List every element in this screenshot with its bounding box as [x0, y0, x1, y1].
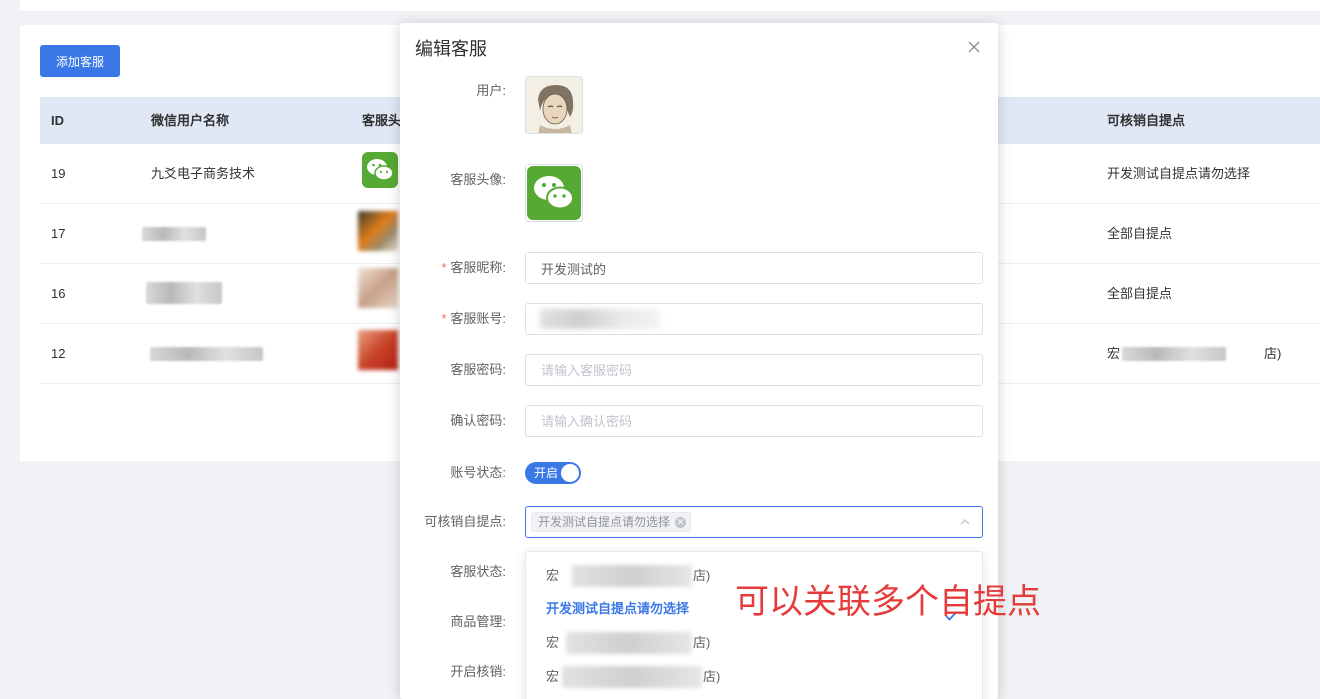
row-name: 九爻电子商务技术 [151, 166, 256, 181]
row-pickup-prefix: 宏 [1107, 346, 1121, 361]
option-prefix: 宏 [546, 568, 560, 583]
row-pickup-suffix: 店) [1264, 346, 1282, 361]
label-nickname-text: 客服昵称: [450, 260, 506, 275]
label-account: * 客服账号: [441, 311, 506, 326]
row-pickup: 开发测试自提点请勿选择 [1107, 166, 1251, 181]
blurred-option [572, 565, 692, 587]
row-pickup: 全部自提点 [1107, 286, 1173, 301]
chevron-up-icon [958, 515, 972, 529]
label-password: 客服密码: [450, 362, 506, 377]
blurred-name [146, 282, 222, 304]
label-confirm: 确认密码: [450, 413, 506, 428]
annotation-text: 可以关联多个自提点 [735, 582, 1041, 622]
label-account-text: 客服账号: [450, 311, 506, 326]
selected-tag: 开发测试自提点请勿选择 ✕ [531, 512, 692, 532]
avatar [358, 268, 398, 308]
header-id: ID [51, 113, 64, 128]
blurred-option [562, 666, 702, 688]
blurred-option [566, 632, 692, 654]
password-input[interactable] [525, 354, 983, 386]
label-pickup: 可核销自提点: [424, 514, 506, 529]
blurred-account [540, 309, 660, 329]
blurred-pickup [1122, 347, 1226, 361]
switch-label: 开启 [534, 466, 559, 480]
top-card [20, 0, 1320, 11]
avatar [358, 211, 398, 251]
switch-knob [561, 464, 579, 482]
header-pickup: 可核销自提点 [1107, 113, 1186, 128]
row-id: 19 [51, 166, 66, 181]
tag-close-icon[interactable]: ✕ [675, 517, 687, 528]
selected-tag-label: 开发测试自提点请勿选择 [538, 515, 671, 529]
label-service-status: 客服状态: [450, 564, 506, 579]
nickname-input[interactable] [525, 252, 983, 284]
option-suffix: 店) [693, 635, 711, 650]
add-service-button[interactable]: 添加客服 [40, 45, 120, 77]
dropdown-option[interactable]: 宏 店) [546, 660, 966, 694]
row-id: 17 [51, 226, 66, 241]
option-label: 开发测试自提点请勿选择 [546, 601, 690, 616]
label-avatar: 客服头像: [450, 172, 506, 187]
row-id: 16 [51, 286, 66, 301]
avatar [358, 330, 398, 370]
option-prefix: 宏 [546, 635, 560, 650]
blurred-name [150, 347, 263, 361]
wechat-icon [362, 152, 398, 188]
label-user: 用户: [476, 83, 506, 98]
row-id: 12 [51, 346, 66, 361]
header-avatar: 客服头 [362, 113, 402, 128]
account-status-switch[interactable]: 开启 [525, 462, 581, 484]
row-pickup: 全部自提点 [1107, 226, 1173, 241]
label-nickname: * 客服昵称: [441, 260, 506, 275]
blurred-name [142, 227, 206, 241]
option-prefix: 宏 [546, 669, 560, 684]
close-icon[interactable] [966, 39, 982, 55]
label-goods: 商品管理: [450, 614, 506, 629]
service-avatar[interactable] [525, 164, 583, 222]
dialog-title: 编辑客服 [415, 39, 487, 59]
label-verify: 开启核销: [450, 664, 506, 679]
pickup-select[interactable]: 开发测试自提点请勿选择 ✕ [525, 506, 983, 538]
wechat-icon [527, 166, 581, 220]
option-suffix: 店) [693, 568, 711, 583]
dropdown-option[interactable]: 宏 店) [546, 626, 966, 660]
option-suffix: 店) [703, 669, 721, 684]
header-name: 微信用户名称 [151, 113, 230, 128]
label-status: 账号状态: [450, 465, 506, 480]
confirm-password-input[interactable] [525, 405, 983, 437]
user-avatar[interactable] [525, 76, 583, 134]
